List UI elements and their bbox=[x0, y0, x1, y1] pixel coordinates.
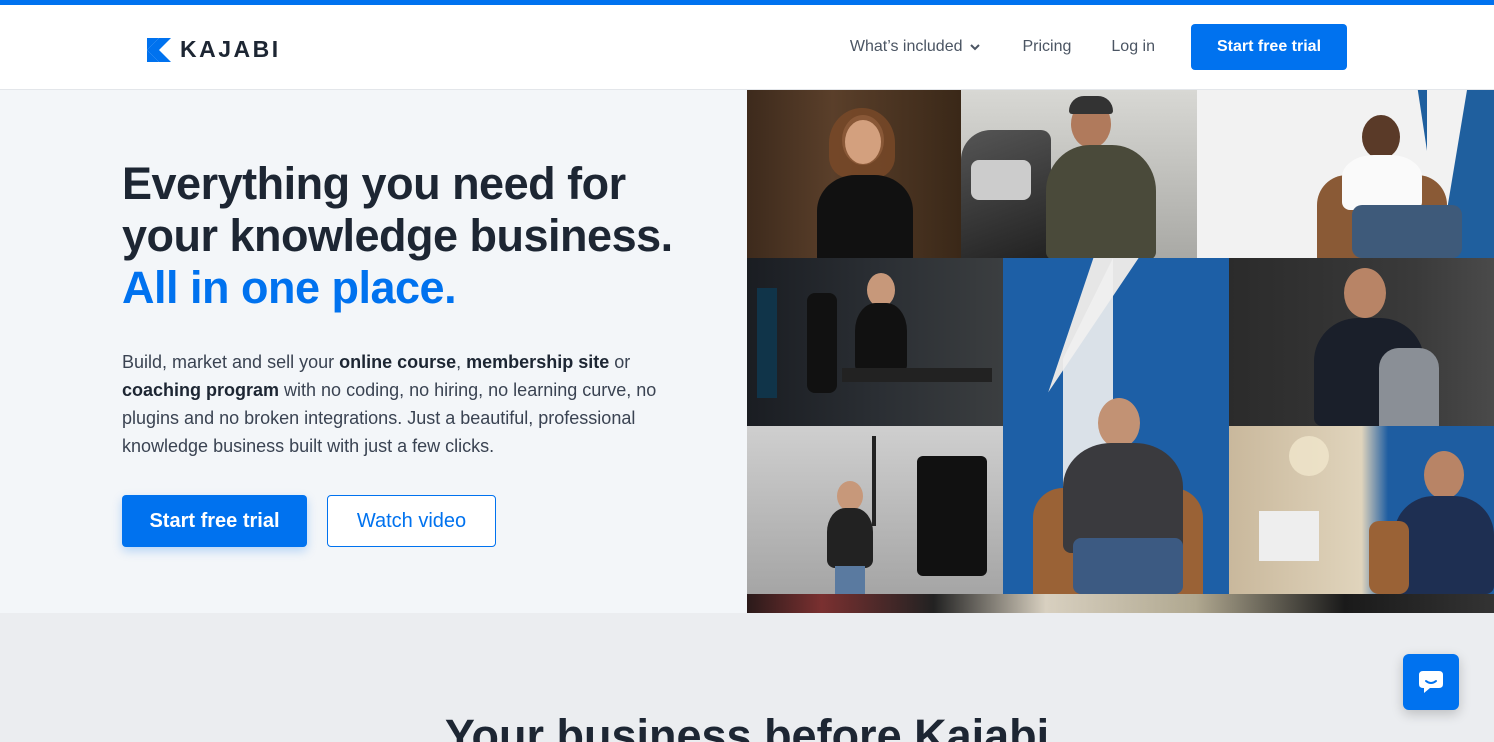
photo-creator-blue-wall bbox=[1003, 258, 1229, 594]
hero-title-line2: your knowledge business. bbox=[122, 210, 673, 261]
main-nav: What’s included Pricing Log in Start fre… bbox=[850, 24, 1347, 70]
photo-creator-wood-wall bbox=[747, 90, 961, 258]
nav-login[interactable]: Log in bbox=[1111, 38, 1155, 56]
photo-creator-motorcycle bbox=[961, 90, 1197, 258]
hero-copy: Everything you need for your knowledge b… bbox=[122, 158, 712, 547]
hero-section: Everything you need for your knowledge b… bbox=[0, 90, 1494, 613]
lead-text-2: , bbox=[456, 352, 467, 372]
hero-title: Everything you need for your knowledge b… bbox=[122, 158, 712, 314]
photo-creator-dark-portrait bbox=[1229, 258, 1494, 426]
nav-whats-included[interactable]: What’s included bbox=[850, 38, 981, 56]
kajabi-logo[interactable]: KAJABI bbox=[147, 36, 281, 63]
photo-strip-bottom bbox=[747, 594, 1494, 613]
photo-creator-filming-set bbox=[747, 426, 1003, 594]
lead-bold-membership-site: membership site bbox=[466, 352, 610, 372]
chat-launcher-button[interactable] bbox=[1403, 654, 1459, 710]
lead-bold-online-course: online course bbox=[339, 352, 457, 372]
creator-photo-collage bbox=[747, 90, 1494, 613]
hero-title-line1: Everything you need for bbox=[122, 158, 626, 209]
watch-video-button[interactable]: Watch video bbox=[327, 495, 496, 547]
section-heading: Your business before Kajabi bbox=[444, 710, 1050, 742]
hero-lead: Build, market and sell your online cours… bbox=[122, 348, 702, 460]
nav-whats-included-label: What’s included bbox=[849, 38, 963, 55]
lead-bold-coaching-program: coaching program bbox=[122, 380, 280, 400]
site-header: KAJABI What’s included Pricing Log in St… bbox=[0, 5, 1494, 90]
photo-creator-studio-blue bbox=[1197, 90, 1494, 258]
photo-creator-gym bbox=[747, 258, 1003, 426]
header-start-free-trial-button[interactable]: Start free trial bbox=[1191, 24, 1347, 70]
hero-cta-group: Start free trial Watch video bbox=[122, 495, 496, 547]
lead-text-1: Build, market and sell your bbox=[122, 352, 340, 372]
chevron-down-icon bbox=[969, 44, 980, 51]
hero-start-free-trial-button[interactable]: Start free trial bbox=[122, 495, 307, 547]
before-kajabi-section: Your business before Kajabi bbox=[0, 613, 1494, 742]
kajabi-logo-icon bbox=[147, 37, 171, 62]
photo-creator-home-office bbox=[1229, 426, 1494, 594]
nav-pricing[interactable]: Pricing bbox=[1023, 38, 1072, 56]
hero-title-accent: All in one place. bbox=[122, 262, 457, 313]
chat-bubble-icon bbox=[1419, 671, 1443, 693]
lead-text-3: or bbox=[609, 352, 631, 372]
logo-wordmark: KAJABI bbox=[180, 36, 281, 62]
